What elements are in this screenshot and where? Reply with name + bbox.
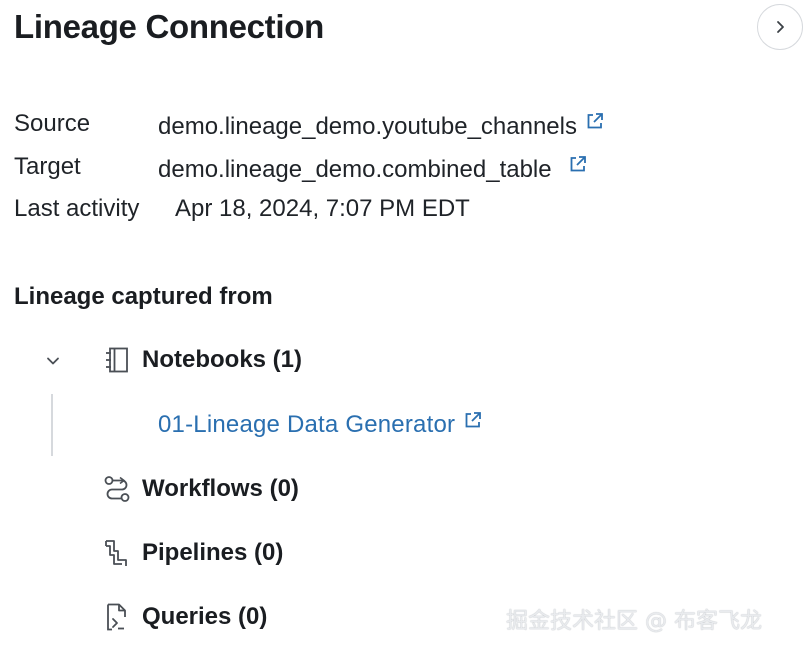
queries-label: Queries (0) <box>142 603 268 630</box>
notebook-external-link[interactable] <box>463 409 483 437</box>
target-row: Target demo.lineage_demo.combined_table <box>14 153 586 183</box>
tree-item-workflows[interactable]: Workflows (0) <box>102 474 299 504</box>
workflows-label: Workflows (0) <box>142 475 299 502</box>
pipelines-label: Pipelines (0) <box>142 539 284 566</box>
lineage-section-heading: Lineage captured from <box>14 283 273 310</box>
notebook-icon <box>102 345 132 375</box>
source-label: Source <box>14 110 91 137</box>
notebooks-expand-toggle[interactable] <box>42 350 64 372</box>
panel-title: Lineage Connection <box>14 8 324 45</box>
watermark: 掘金技术社区 @ 布客飞龙 <box>506 609 762 634</box>
last-activity-label: Last activity <box>14 195 140 222</box>
target-label: Target <box>14 153 81 180</box>
source-external-link[interactable] <box>585 110 605 138</box>
tree-guide-line <box>51 394 53 456</box>
source-value-container: demo.lineage_demo.youtube_channels <box>158 110 605 142</box>
pipeline-icon <box>102 538 132 568</box>
last-activity-row: Last activity Apr 18, 2024, 7:07 PM EDT <box>14 195 470 223</box>
tree-item-pipelines[interactable]: Pipelines (0) <box>102 538 283 568</box>
query-icon <box>102 602 132 632</box>
target-external-link[interactable] <box>568 153 588 181</box>
target-value-container: demo.lineage_demo.combined_table <box>158 153 588 185</box>
notebook-link-label: 01-Lineage Data Generator <box>158 411 456 438</box>
tree-item-queries[interactable]: Queries (0) <box>102 602 267 632</box>
lineage-connection-panel: Lineage Connection Source demo.lineage_d… <box>0 0 811 650</box>
external-link-icon <box>465 411 482 428</box>
source-row: Source demo.lineage_demo.youtube_channel… <box>14 110 603 140</box>
tree-item-notebooks[interactable]: Notebooks (1) <box>102 345 302 375</box>
source-value: demo.lineage_demo.youtube_channels <box>158 113 577 140</box>
chevron-right-icon <box>777 21 784 33</box>
last-activity-value: Apr 18, 2024, 7:07 PM EDT <box>175 195 470 222</box>
external-link-icon <box>587 112 603 129</box>
collapse-panel-button[interactable] <box>757 4 803 50</box>
notebook-link[interactable]: 01-Lineage Data Generator <box>158 411 483 440</box>
chevron-down-icon <box>47 357 59 365</box>
notebooks-label: Notebooks (1) <box>142 346 303 373</box>
target-value: demo.lineage_demo.combined_table <box>158 156 552 183</box>
workflow-icon <box>102 474 132 504</box>
external-link-icon <box>570 155 586 172</box>
